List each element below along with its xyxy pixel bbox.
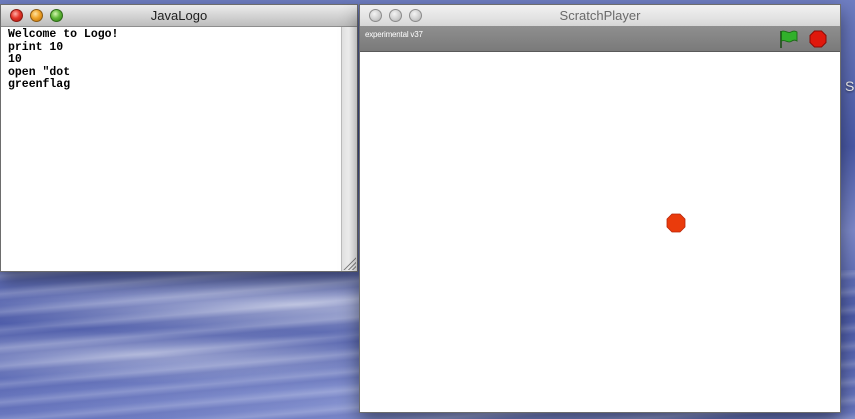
console-line: 10 — [8, 53, 22, 66]
stop-sign-icon[interactable] — [809, 30, 827, 48]
console-vertical-scrollbar[interactable] — [341, 27, 357, 271]
green-flag-icon[interactable] — [778, 29, 800, 49]
console-line: Welcome to Logo! — [8, 28, 119, 41]
sprite-dot[interactable] — [666, 213, 686, 233]
javalogo-titlebar[interactable]: JavaLogo — [1, 5, 357, 27]
window-title: JavaLogo — [150, 8, 208, 23]
console-line: print 10 — [8, 40, 64, 54]
window-title: ScratchPlayer — [559, 8, 641, 23]
scratchplayer-window: ScratchPlayer experimental v37 — [359, 4, 841, 413]
player-toolbar: experimental v37 — [360, 27, 840, 52]
resize-grip-icon[interactable] — [342, 256, 356, 270]
desktop-edge-label: S — [845, 78, 855, 94]
scratchplayer-titlebar[interactable]: ScratchPlayer — [360, 5, 840, 27]
version-label: experimental v37 — [365, 30, 423, 39]
logo-console[interactable]: Welcome to Logo! print 10 10 open "dot g… — [1, 27, 341, 271]
javalogo-window: JavaLogo Welcome to Logo! print 10 10 op… — [0, 4, 358, 272]
console-line: greenflag — [8, 78, 71, 91]
scratch-stage[interactable] — [360, 52, 840, 412]
